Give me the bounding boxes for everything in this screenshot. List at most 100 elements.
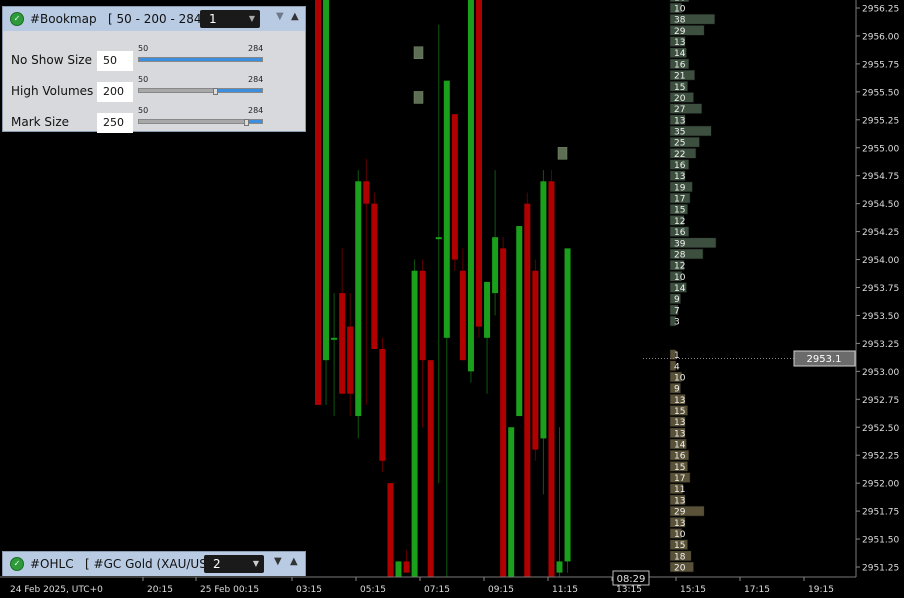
bid-profile-bar: 9 bbox=[669, 382, 681, 395]
slider-thumb[interactable] bbox=[243, 119, 249, 126]
candle bbox=[532, 259, 539, 461]
ask-profile-bar: 16 bbox=[669, 159, 690, 171]
price-tick-label: 2955.25 bbox=[862, 116, 899, 126]
price-tick-label: 2955.75 bbox=[862, 60, 899, 70]
candle bbox=[548, 170, 555, 578]
candle bbox=[323, 0, 330, 405]
candle bbox=[508, 427, 515, 577]
ask-profile-bar: 17 bbox=[669, 192, 691, 205]
mark-size-slider[interactable] bbox=[138, 119, 263, 126]
profile-size-label: 29 bbox=[674, 508, 686, 518]
profile-size-label: 15 bbox=[674, 407, 685, 417]
candle bbox=[443, 80, 450, 577]
collapse-down-icon[interactable]: ▼ bbox=[276, 11, 284, 22]
ask-profile-bar: 28 bbox=[669, 248, 704, 260]
profile-size-label: 13 bbox=[674, 519, 685, 529]
profile-size-label: 18 bbox=[674, 552, 686, 562]
profile-size-label: 12 bbox=[674, 262, 685, 272]
mark-size-input[interactable]: 250 bbox=[97, 113, 133, 133]
slider-thumb[interactable] bbox=[212, 88, 218, 95]
ask-profile-bar: 22 bbox=[669, 148, 697, 160]
price-tick-label: 2955.00 bbox=[862, 144, 899, 154]
profile-size-label: 15 bbox=[674, 83, 685, 93]
profile-size-label: 22 bbox=[674, 150, 685, 160]
candle bbox=[459, 248, 466, 361]
bookmap-selector-dropdown[interactable]: 1 ▼ bbox=[200, 10, 260, 28]
high-volumes-min: 50 bbox=[138, 75, 149, 84]
collapse-down-icon[interactable]: ▼ bbox=[274, 556, 282, 567]
ohlc-selector-value: 2 bbox=[213, 557, 221, 571]
ask-profile-bar: 38 bbox=[669, 13, 716, 26]
candle bbox=[363, 158, 370, 405]
current-price-marker: 2953.1 bbox=[793, 350, 856, 367]
enabled-check-icon[interactable]: ✓ bbox=[10, 557, 24, 571]
high-volume-marker bbox=[557, 147, 568, 160]
bid-profile-bar: 11 bbox=[669, 483, 685, 495]
mark-size-label: Mark Size bbox=[11, 115, 70, 129]
ohlc-panel: ✓ #OHLC [ #GC Gold (XAU/USD) ] 2 ▼ ▼ ▲ bbox=[2, 551, 306, 576]
no-show-size-slider[interactable] bbox=[138, 57, 263, 62]
profile-size-label: 12 bbox=[674, 217, 685, 227]
profile-size-label: 19 bbox=[674, 183, 686, 193]
bookmap-panel-title: #Bookmap [ 50 - 200 - 284 ] bbox=[30, 12, 211, 26]
price-tick-label: 2954.00 bbox=[862, 256, 899, 266]
expand-up-icon[interactable]: ▲ bbox=[291, 11, 299, 22]
profile-size-label: 14 bbox=[674, 49, 686, 59]
price-tick-label: 2954.25 bbox=[862, 228, 899, 238]
ohlc-panel-header: ✓ #OHLC [ #GC Gold (XAU/USD) ] 2 ▼ ▼ ▲ bbox=[3, 552, 305, 576]
time-cursor-label: 08:29 bbox=[617, 574, 646, 585]
slider-fill bbox=[215, 89, 262, 92]
bid-profile-bar: 13 bbox=[669, 494, 686, 506]
time-tick-label: 17:15 bbox=[744, 585, 770, 595]
ohlc-selector-dropdown[interactable]: 2 ▼ bbox=[204, 555, 264, 573]
profile-size-label: 17 bbox=[674, 474, 685, 484]
profile-size-label: 10 bbox=[674, 530, 686, 540]
ask-profile-bar: 13 bbox=[669, 36, 686, 48]
no-show-size-input[interactable]: 50 bbox=[97, 51, 133, 71]
candle bbox=[379, 337, 386, 472]
bid-profile-bar: 10 bbox=[669, 528, 686, 540]
enabled-check-icon[interactable]: ✓ bbox=[10, 12, 24, 26]
candle bbox=[540, 170, 547, 495]
price-axis[interactable]: 2956.25 2956.00 2955.75 2955.50 2955.25 2955.… bbox=[856, 5, 899, 574]
profile-size-label: 13 bbox=[674, 418, 685, 428]
ask-profile-bar: 7 bbox=[669, 304, 680, 316]
profile-size-label: 16 bbox=[674, 60, 686, 70]
bid-profile-bar: 29 bbox=[669, 505, 705, 518]
candle bbox=[347, 293, 354, 417]
bid-profile-bar: 18 bbox=[669, 550, 692, 562]
profile-size-label: 11 bbox=[674, 485, 685, 495]
expand-up-icon[interactable]: ▲ bbox=[290, 556, 298, 567]
bid-profile-bar: 16 bbox=[669, 449, 690, 462]
profile-size-label: 38 bbox=[674, 16, 686, 26]
ask-profile-bar: 9 bbox=[669, 293, 681, 305]
ask-profile-bar: 29 bbox=[669, 25, 705, 37]
time-axis[interactable]: 24 Feb 2025, UTC+0 20:15 25 Feb 00:15 03:15… bbox=[10, 577, 834, 595]
high-volumes-row: High Volumes 200 50 284 bbox=[3, 70, 305, 102]
bid-profile-bar: 13 bbox=[669, 416, 686, 428]
profile-size-label: 15 bbox=[674, 463, 685, 473]
ask-profile-bar: 19 bbox=[669, 181, 693, 193]
candle bbox=[516, 226, 523, 417]
no-show-size-max: 284 bbox=[248, 44, 264, 53]
high-volumes-input[interactable]: 200 bbox=[97, 82, 133, 102]
price-tick-label: 2953.50 bbox=[862, 312, 899, 322]
price-tick-label: 2956.25 bbox=[862, 5, 899, 15]
candle bbox=[435, 24, 442, 484]
profile-size-label: 4 bbox=[674, 362, 680, 372]
mark-size-min: 50 bbox=[138, 106, 149, 115]
high-volumes-slider[interactable] bbox=[138, 88, 263, 95]
profile-size-label: 10 bbox=[674, 273, 686, 283]
ask-profile-bar: 16 bbox=[669, 226, 690, 238]
profile-size-label: 1 bbox=[674, 351, 680, 361]
profile-size-label: 16 bbox=[674, 161, 686, 171]
candle bbox=[411, 259, 418, 577]
bookmap-panel-header: ✓ #Bookmap [ 50 - 200 - 284 ] 1 ▼ ▼ ▲ bbox=[3, 7, 305, 31]
current-price-label: 2953.1 bbox=[807, 354, 842, 365]
ask-profile-bar: 35 bbox=[669, 125, 712, 137]
ohlc-panel-title: #OHLC [ #GC Gold (XAU/USD) ] bbox=[30, 557, 230, 571]
candle bbox=[387, 483, 394, 577]
ask-profile-bar: 14 bbox=[669, 282, 687, 294]
chevron-down-icon: ▼ bbox=[252, 559, 259, 568]
candle bbox=[331, 293, 338, 417]
